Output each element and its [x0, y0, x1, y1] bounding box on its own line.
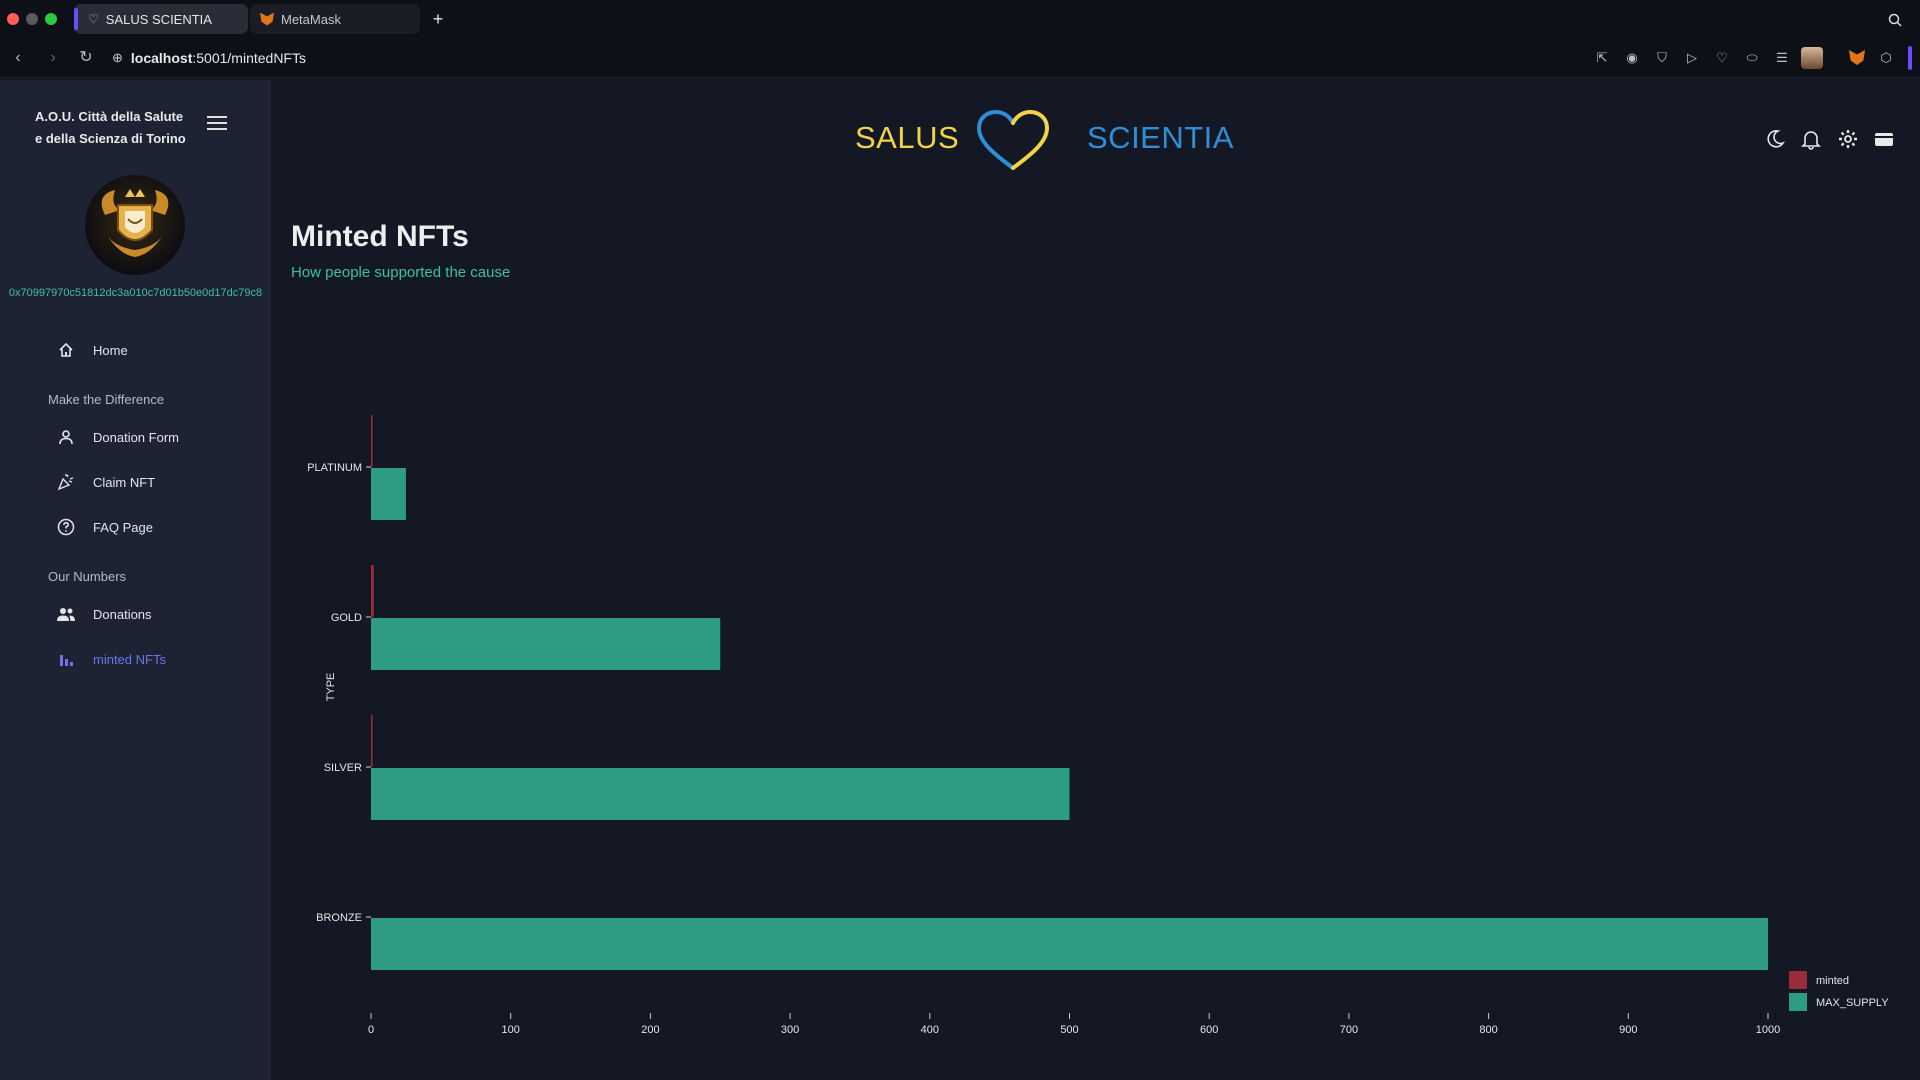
- tab-accent: [74, 8, 78, 30]
- list-icon[interactable]: ☰: [1773, 49, 1791, 67]
- minted-bar-gold: [371, 565, 374, 617]
- max-supply-bar-platinum: [371, 468, 406, 520]
- forward-button[interactable]: ›: [43, 48, 63, 68]
- x-tick-label: 1000: [1756, 1024, 1780, 1036]
- tab-salus-scientia[interactable]: ♡ SALUS SCIENTIA: [74, 4, 248, 34]
- x-tick-label: 700: [1340, 1024, 1358, 1036]
- wallet-address[interactable]: 0x70997970c51812dc3a010c7d01b50e0d17dc79…: [0, 287, 271, 299]
- x-tick-label: 200: [641, 1024, 659, 1036]
- sidebar-item-donation-form[interactable]: Donation Form: [56, 425, 179, 449]
- party-popper-icon: [56, 472, 76, 492]
- section-heading: Our Numbers: [48, 569, 127, 584]
- minted-nfts-bar-chart: PLATINUM GOLD SILVER BRONZE 0 100 200 300 400 500…: [307, 415, 1889, 1036]
- y-axis-label: TYPE: [325, 673, 337, 702]
- max-supply-bar-gold: [371, 618, 721, 670]
- home-icon: [56, 340, 76, 360]
- camera-icon[interactable]: ◉: [1623, 49, 1641, 67]
- sidebar-item-label: Claim NFT: [93, 474, 156, 490]
- share-icon[interactable]: ⇱: [1593, 49, 1611, 67]
- sidebar-item-faq[interactable]: FAQ Page: [56, 515, 153, 539]
- sidebar-item-claim-nft[interactable]: Claim NFT: [56, 470, 155, 494]
- x-tick-label: 300: [781, 1024, 799, 1036]
- brand-salus: SALUS: [855, 120, 960, 155]
- profile-avatar[interactable]: [1801, 47, 1823, 69]
- section-heading: Make the Difference: [48, 392, 165, 407]
- brand-scientia: SCIENTIA: [1087, 120, 1234, 155]
- tab-metamask[interactable]: MetaMask: [250, 4, 420, 34]
- x-tick-label: 400: [921, 1024, 939, 1036]
- minted-bar-platinum: [371, 415, 373, 467]
- y-tick-label-bronze: BRONZE: [316, 912, 362, 924]
- gear-icon[interactable]: [1837, 128, 1859, 150]
- organization-name: A.O.U. Città della Salute e della Scienz…: [35, 106, 225, 150]
- page-title: Minted NFTs: [291, 220, 469, 253]
- tab-label: SALUS SCIENTIA: [105, 11, 212, 27]
- y-tick-label-gold: GOLD: [331, 612, 362, 624]
- y-tick-label-platinum: PLATINUM: [307, 462, 362, 474]
- sidebar-item-label: Home: [93, 342, 128, 358]
- legend-label-max_supply: MAX_SUPPLY: [1816, 997, 1889, 1009]
- browser-toolbar: ‹ › ↻ ⊕ localhost:5001/mintedNFTs ⇱ ◉ ⛉ …: [0, 38, 1920, 78]
- url-path: :5001/mintedNFTs: [192, 50, 306, 66]
- play-icon[interactable]: ▷: [1683, 49, 1701, 67]
- sidebar-item-label: FAQ Page: [93, 519, 153, 535]
- maximize-window-button[interactable]: [45, 13, 57, 25]
- reload-button[interactable]: ↻: [76, 48, 96, 68]
- shield-icon[interactable]: ⛉: [1653, 49, 1671, 67]
- extensions-cube-icon[interactable]: ⬡: [1877, 49, 1895, 67]
- bar-chart-icon: [56, 649, 76, 669]
- close-window-button[interactable]: [7, 13, 19, 25]
- tag-icon[interactable]: ⬭: [1743, 49, 1761, 67]
- heart-icon[interactable]: ♡: [1713, 49, 1731, 67]
- heart-logo-icon: [976, 110, 1050, 170]
- sidebar-item-donations[interactable]: Donations: [56, 602, 152, 626]
- bell-icon[interactable]: [1800, 128, 1822, 150]
- max-supply-bar-bronze: [371, 918, 1768, 970]
- sidebar-item-label: Donations: [93, 606, 152, 622]
- minimize-window-button[interactable]: [26, 13, 38, 25]
- person-icon: [56, 427, 76, 447]
- legend-swatch-minted: [1789, 971, 1807, 989]
- max-supply-bar-silver: [371, 768, 1070, 820]
- dark-mode-moon-icon[interactable]: [1764, 128, 1786, 150]
- hamburger-menu-icon[interactable]: [207, 116, 227, 134]
- x-tick-label: 600: [1200, 1024, 1218, 1036]
- url-host: localhost: [130, 50, 193, 66]
- sidebar-item-minted-nfts[interactable]: minted NFTs: [56, 647, 166, 671]
- metamask-fox-icon: [260, 12, 274, 26]
- sidebar-item-label: minted NFTs: [93, 651, 166, 667]
- x-tick-label: 800: [1479, 1024, 1497, 1036]
- tab-label: MetaMask: [281, 11, 341, 27]
- x-tick-label: 100: [502, 1024, 520, 1036]
- sidebar-item-home[interactable]: Home: [56, 338, 128, 362]
- people-icon: [56, 604, 76, 624]
- metamask-extension-icon[interactable]: [1849, 50, 1865, 65]
- wallet-icon[interactable]: [1873, 128, 1895, 150]
- browser-tab-bar: ♡ SALUS SCIENTIA MetaMask +: [0, 0, 1920, 38]
- sidebar: A.O.U. Città della Salute e della Scienz…: [0, 80, 271, 1080]
- y-tick-label-silver: SILVER: [324, 762, 362, 774]
- sidebar-accent-bar: [1908, 46, 1912, 70]
- site-info-icon[interactable]: ⊕: [112, 50, 123, 66]
- sidebar-item-label: Donation Form: [93, 429, 179, 445]
- x-tick-label: 500: [1060, 1024, 1078, 1036]
- x-tick-label: 900: [1619, 1024, 1637, 1036]
- legend-label-minted: minted: [1816, 975, 1849, 987]
- crest-emblem-icon: [101, 189, 169, 257]
- address-bar[interactable]: ⊕ localhost:5001/mintedNFTs: [112, 45, 306, 71]
- org-line-2: e della Scienza di Torino: [35, 131, 186, 146]
- minted-bar-silver: [371, 715, 373, 767]
- help-circle-icon: [56, 517, 76, 537]
- page-subtitle: How people supported the cause: [291, 264, 511, 281]
- x-tick-label: 0: [368, 1024, 374, 1036]
- new-tab-button[interactable]: +: [428, 9, 448, 29]
- org-line-1: A.O.U. Città della Salute: [35, 109, 184, 124]
- legend-swatch-max_supply: [1789, 993, 1807, 1011]
- avatar: [85, 175, 185, 275]
- back-button[interactable]: ‹: [8, 48, 28, 68]
- search-tabs-icon[interactable]: [1888, 13, 1902, 27]
- heart-favicon-icon: ♡: [88, 12, 99, 26]
